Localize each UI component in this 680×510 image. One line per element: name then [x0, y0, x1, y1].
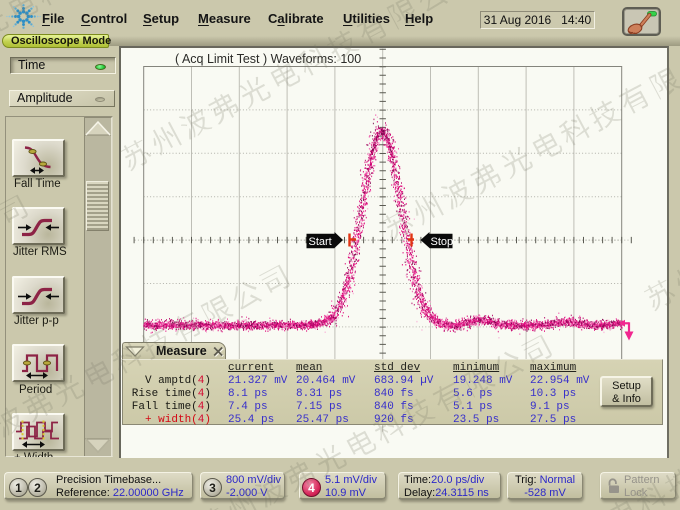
svg-text:Stop: Stop: [431, 236, 454, 248]
svg-text:Start: Start: [309, 236, 332, 248]
